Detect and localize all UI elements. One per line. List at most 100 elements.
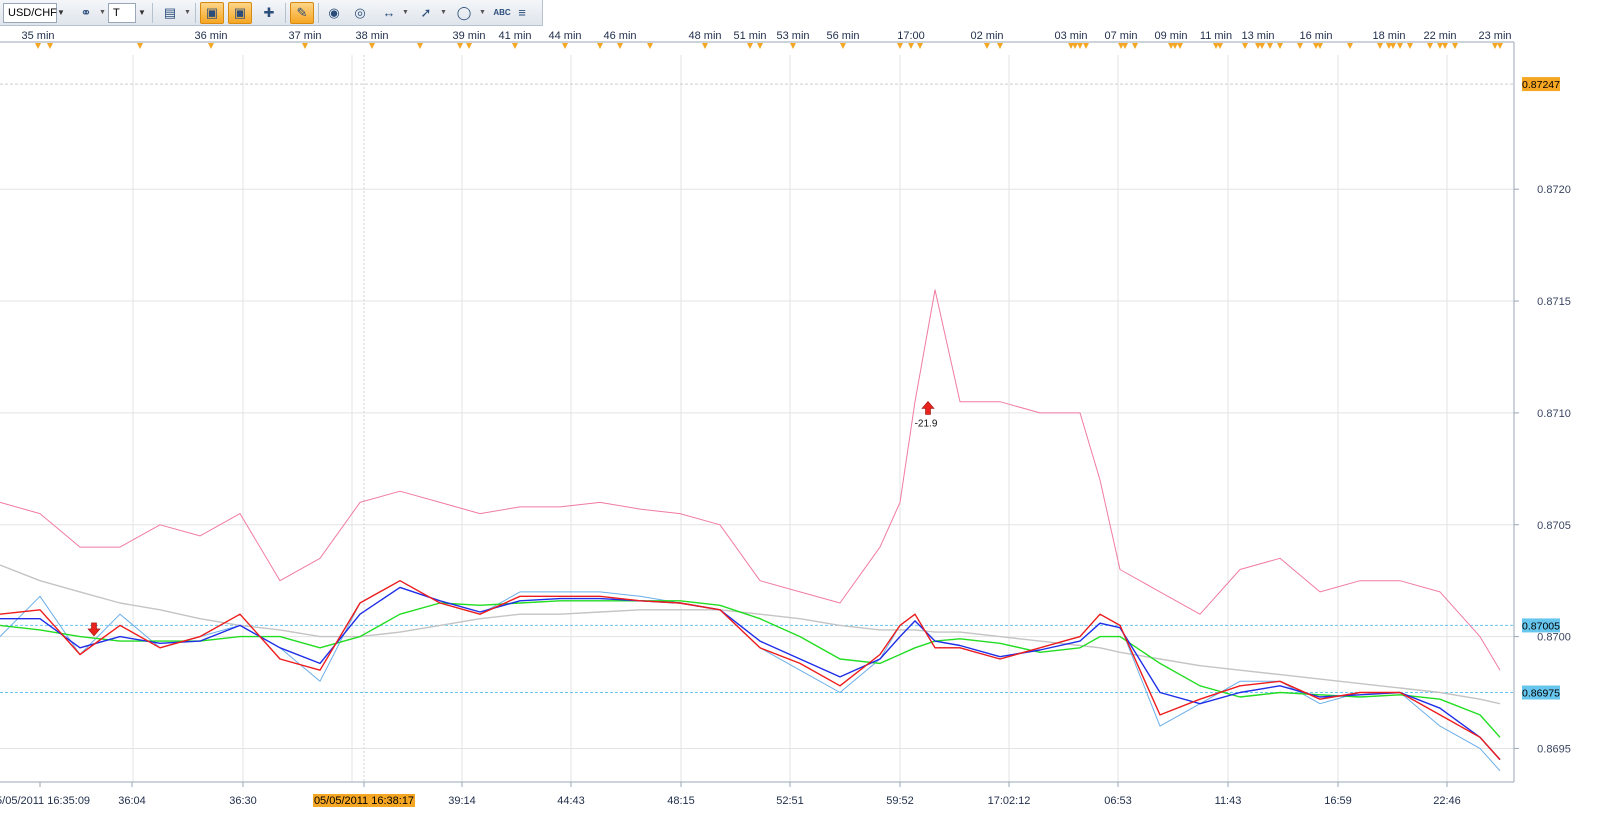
zoom-in-icon[interactable]: ▣ [200,2,224,24]
chart-toolbar: USD/CHF ▼ ⚭ ▼ T ▼ ▤ ▼ ▣ ▣ ✚ ✎ ◉ ◎ ↔ ▼ ➚ … [0,0,543,26]
top-marker-triangle [917,43,923,49]
crosshair-cursor-icon[interactable]: ✚ [257,2,281,24]
symbol-value: USD/CHF [8,7,57,19]
top-marker-triangle [208,43,214,49]
draw-line-dropdown-chevron-icon[interactable]: ▼ [440,3,447,23]
chart-type-value: T [113,7,120,19]
top-marker-label: 03 min [1054,30,1087,42]
top-marker-triangle [369,43,375,49]
top-marker-label: 38 min [355,30,388,42]
chart-type-select[interactable]: T [108,3,136,23]
x-tick-label: 36:30 [229,795,257,807]
price-line [0,580,1501,772]
top-marker-triangle [1442,43,1448,49]
top-time-markers: 35 min 36 min 37 min 38 min 39 min 41 min 44 m… [0,26,1600,49]
top-marker-label: 23 min [1478,30,1511,42]
draw-line-icon[interactable]: ➚ [414,2,438,24]
x-tick-label: 36:04 [118,795,146,807]
x-tick-label: 05/05/2011 16:38:17 [314,795,414,807]
price-label-text: 0.87005 [1522,620,1560,632]
top-marker-label: 46 min [603,30,636,42]
top-marker-triangle [647,43,653,49]
top-marker-label: 02 min [970,30,1003,42]
top-marker-triangle [1437,43,1443,49]
symbol-dropdown-chevron-icon[interactable]: ▼ [55,3,67,23]
top-marker-label: 07 min [1104,30,1137,42]
top-marker-label: 56 min [826,30,859,42]
toolbar-overflow-icon[interactable]: ≡ [514,2,530,24]
indicator-dropdown-chevron-icon[interactable]: ▼ [184,3,191,23]
trade-window-icon[interactable]: ✎ [290,2,314,24]
top-marker-label: 44 min [548,30,581,42]
horizontal-scroll-icon[interactable]: ↔ [377,2,401,24]
top-marker-label: 09 min [1154,30,1187,42]
top-marker-label: 51 min [733,30,766,42]
eye-view-icon[interactable]: ◉ [322,2,346,24]
top-marker-label: 41 min [498,30,531,42]
globe-icon[interactable]: ◎ [348,2,372,24]
x-tick-label: 06:53 [1104,795,1132,807]
ellipse-shape-icon[interactable]: ◯ [452,2,476,24]
x-tick-label: 05/05/2011 16:35:09 [0,795,90,807]
top-marker-label: 39 min [452,30,485,42]
y-tick-label: 0.8715 [1537,296,1571,308]
top-marker-triangle [466,43,472,49]
top-marker-triangle [35,43,41,49]
top-marker-triangle [1347,43,1353,49]
ma-slow-line [0,600,1501,738]
top-marker-triangle [1259,43,1265,49]
chart-series [0,289,1501,772]
y-axis-background [1514,42,1600,829]
x-tick-label: 44:43 [557,795,585,807]
link-dropdown-chevron-icon[interactable]: ▼ [99,3,106,23]
x-tick-label: 39:14 [448,795,476,807]
top-marker-triangle [1122,43,1128,49]
toolbar-separator [318,3,319,23]
chart-annotations: -21.9 [87,400,938,637]
top-marker-triangle [1132,43,1138,49]
top-marker-triangle [1172,43,1178,49]
top-marker-label: 22 min [1423,30,1456,42]
top-marker-triangle [897,43,903,49]
top-marker-triangle [1407,43,1413,49]
top-marker-triangle [1317,43,1323,49]
indicator-chart-icon[interactable]: ▤ [158,2,182,24]
trade-annotation-label: -21.9 [915,418,938,429]
top-marker-triangle [47,43,53,49]
y-tick-label: 0.8695 [1537,743,1571,755]
price-chart[interactable]: 35 min 36 min 37 min 38 min 39 min 41 min 44 m… [0,26,1600,829]
zoom-out-icon[interactable]: ▣ [228,2,252,24]
top-marker-triangle [997,43,1003,49]
ma-fast-line [0,580,1501,761]
y-tick-label: 0.8710 [1537,408,1571,420]
top-marker-triangle [302,43,308,49]
price-label-text: 0.86975 [1522,688,1560,700]
link-chain-icon[interactable]: ⚭ [74,2,98,24]
top-marker-triangle [790,43,796,49]
chart-type-dropdown-chevron-icon[interactable]: ▼ [136,3,148,23]
scroll-dropdown-chevron-icon[interactable]: ▼ [402,3,409,23]
top-marker-label: 53 min [776,30,809,42]
top-marker-label: 35 min [21,30,54,42]
trade-down-arrow-icon [87,622,101,637]
top-marker-triangle [457,43,463,49]
toolbar-separator [152,3,153,23]
top-marker-triangle [137,43,143,49]
shape-dropdown-chevron-icon[interactable]: ▼ [479,3,486,23]
toolbar-separator [285,3,286,23]
x-tick-label: 48:15 [667,795,695,807]
top-marker-triangle [597,43,603,49]
top-marker-triangle [1217,43,1223,49]
top-marker-triangle [512,43,518,49]
toolbar-filler [543,0,1600,26]
symbol-select[interactable]: USD/CHF [3,3,57,23]
top-marker-triangle [1242,43,1248,49]
top-marker-triangle [1177,43,1183,49]
top-marker-triangle [757,43,763,49]
text-annotation-icon[interactable]: ABC [490,2,514,24]
x-tick-label: 52:51 [776,795,804,807]
x-axis: 05/05/2011 16:35:09 36:04 36:30 05/05/2011 … [0,781,1514,807]
top-marker-triangle [417,43,423,49]
y-axis: 0.8695 0.8700 0.8705 0.8710 0.8715 0.8720 0.87… [1513,42,1600,829]
top-marker-label: 16 min [1299,30,1332,42]
